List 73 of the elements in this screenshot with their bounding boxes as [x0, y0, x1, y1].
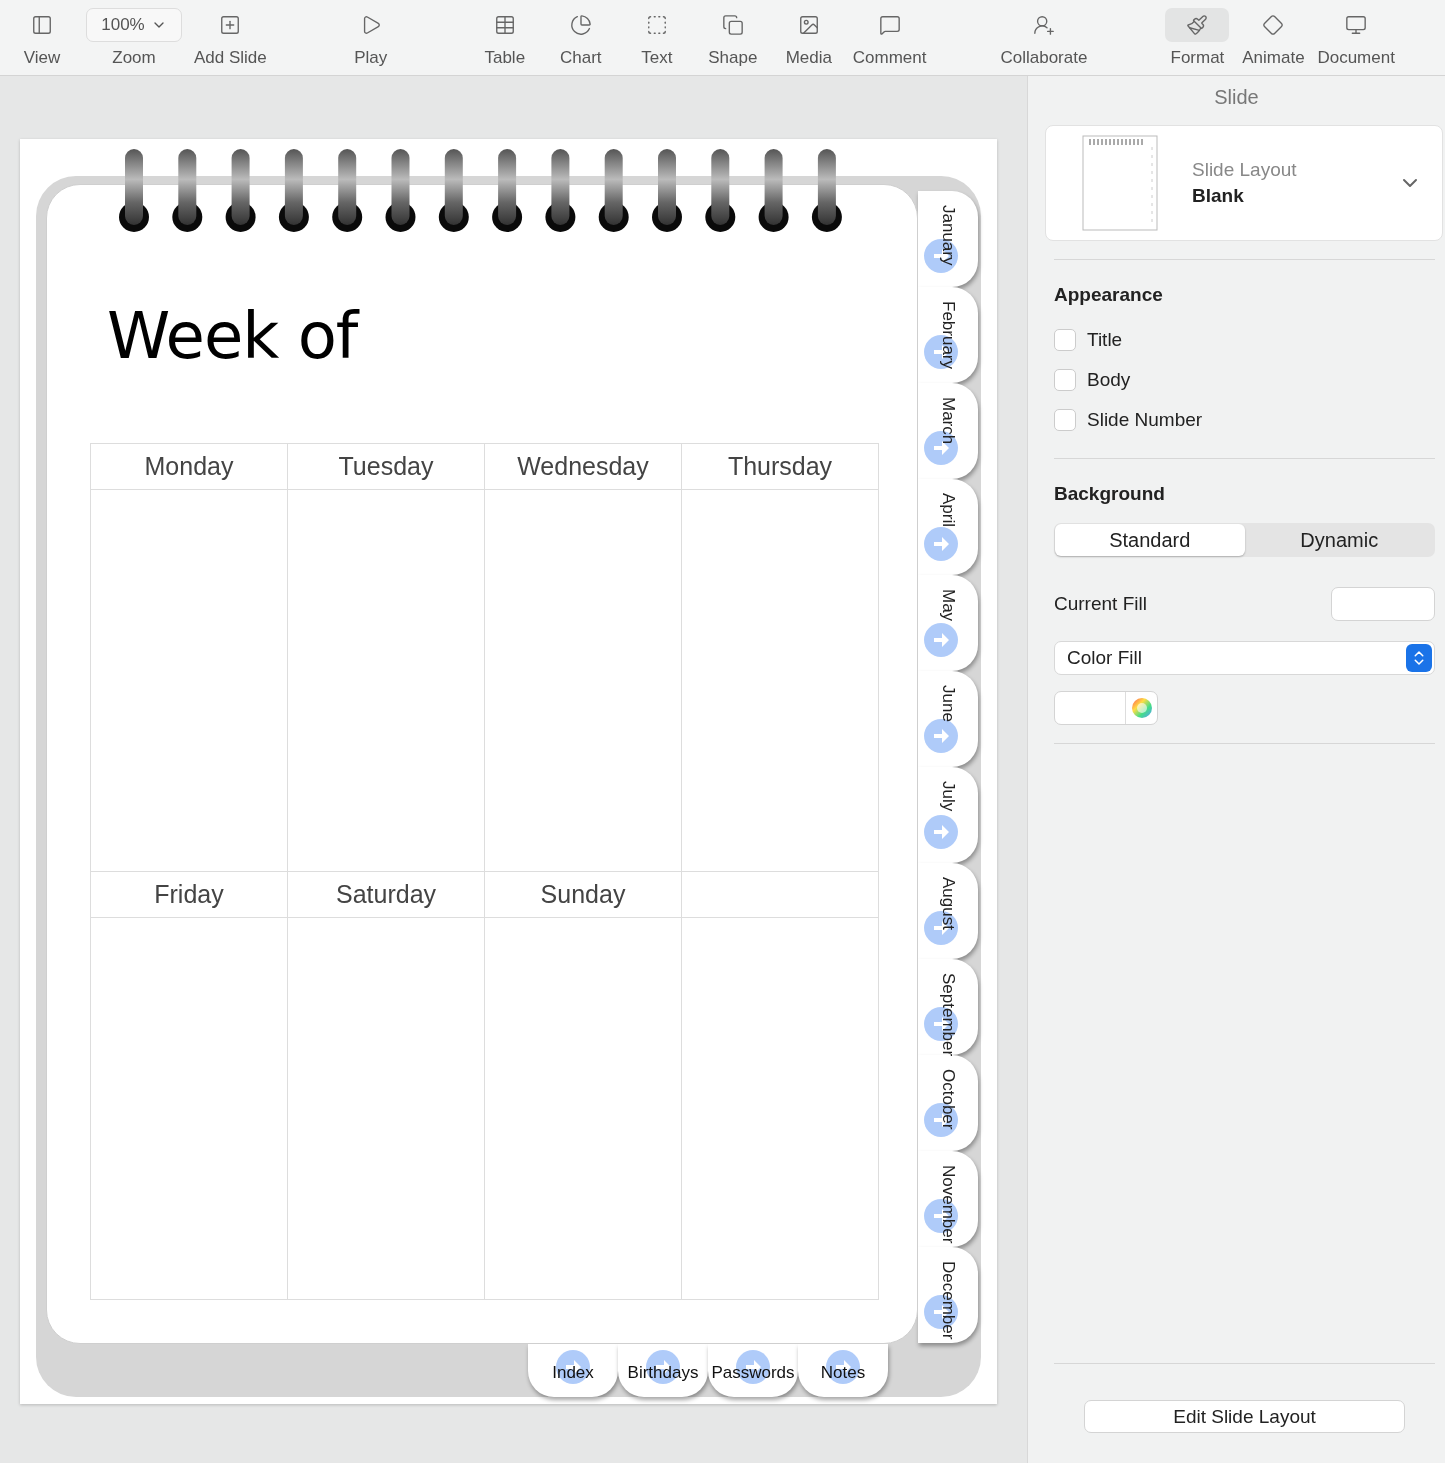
table-icon: [493, 14, 516, 36]
day-header: Tuesday: [288, 444, 485, 490]
speech-bubble-icon: [878, 14, 901, 36]
month-tab[interactable]: July: [918, 767, 978, 863]
segment-button[interactable]: Dynamic: [1244, 524, 1434, 556]
month-tab[interactable]: June: [918, 671, 978, 767]
toolbar-button[interactable]: Animate: [1235, 0, 1312, 75]
segment-button[interactable]: Standard: [1055, 524, 1245, 556]
toolbar-button[interactable]: Add Slide: [188, 0, 273, 75]
month-tab[interactable]: October: [918, 1055, 978, 1151]
pie-chart-icon: [569, 14, 592, 36]
panel-title: Slide: [1213, 85, 1260, 110]
month-tab[interactable]: November: [918, 1151, 978, 1247]
day-header: Sunday: [485, 872, 682, 918]
slide-title: Week of: [107, 299, 361, 373]
checkbox-label: Body: [1087, 369, 1131, 391]
toolbar-button[interactable]: Media: [770, 0, 847, 75]
day-header: Friday: [91, 872, 288, 918]
zoom-value: 100%: [101, 15, 145, 35]
section-tab[interactable]: Notes: [798, 1344, 888, 1397]
fill-type-select[interactable]: Color Fill: [1054, 641, 1435, 675]
month-tab[interactable]: September: [918, 959, 978, 1055]
section-tab[interactable]: Birthdays: [618, 1344, 708, 1397]
section-tab[interactable]: Passwords: [708, 1344, 798, 1397]
toolbar-button[interactable]: Play: [332, 0, 409, 75]
toolbar-button[interactable]: Comment: [846, 0, 933, 75]
color-wheel-icon: [1130, 697, 1153, 719]
layout-label: Slide Layout: [1192, 159, 1298, 181]
monitor-icon: [1345, 14, 1368, 36]
section-heading: Appearance: [1054, 284, 1164, 306]
image-icon: [797, 14, 820, 36]
month-tab[interactable]: December: [918, 1247, 978, 1343]
checkbox[interactable]: [1054, 369, 1076, 391]
day-header: Monday: [91, 444, 288, 490]
checkbox-label: Title: [1087, 329, 1123, 351]
sidebar-icon: [31, 14, 53, 36]
zoom-control[interactable]: 100% Zoom: [80, 0, 188, 75]
edit-slide-layout-button[interactable]: Edit Slide Layout: [1084, 1400, 1405, 1433]
checkbox[interactable]: [1054, 329, 1076, 351]
month-tab[interactable]: August: [918, 863, 978, 959]
toolbar-button[interactable]: Document: [1311, 0, 1401, 75]
fill-swatch[interactable]: [1331, 587, 1435, 621]
plus-icon: [219, 14, 242, 36]
month-tab[interactable]: February: [918, 287, 978, 383]
month-tab[interactable]: April: [918, 479, 978, 575]
toolbar-button[interactable]: Collaborate: [994, 0, 1094, 75]
day-header: Wednesday: [485, 444, 682, 490]
checkbox-label: Slide Number: [1087, 409, 1203, 431]
select-value: Color Fill: [1067, 647, 1142, 669]
paintbrush-icon: [1186, 14, 1209, 36]
day-header: Saturday: [288, 872, 485, 918]
toolbar-button[interactable]: Chart: [542, 0, 619, 75]
checkbox[interactable]: [1054, 409, 1076, 431]
layout-value: Blank: [1192, 185, 1245, 207]
stepper-icon: [1406, 644, 1432, 672]
toolbar-button[interactable]: View: [4, 0, 80, 75]
person-plus-icon: [1032, 14, 1055, 36]
diamond-icon: [1262, 14, 1285, 36]
section-heading: Background: [1054, 483, 1166, 505]
color-well[interactable]: [1054, 691, 1158, 725]
section-tab[interactable]: Index: [528, 1344, 618, 1397]
toolbar-button[interactable]: Table: [466, 0, 543, 75]
current-fill-label: Current Fill: [1054, 593, 1147, 615]
toolbar-button[interactable]: Text: [618, 0, 695, 75]
slide-layout-selector[interactable]: Slide Layout Blank: [1045, 125, 1443, 241]
toolbar-button[interactable]: Format: [1159, 0, 1236, 75]
month-tab[interactable]: March: [918, 383, 978, 479]
month-tab[interactable]: May: [918, 575, 978, 671]
month-tab[interactable]: January: [918, 191, 978, 287]
text-box-icon: [645, 14, 668, 36]
toolbar-button[interactable]: Shape: [694, 0, 771, 75]
day-header: Thursday: [682, 444, 879, 490]
shapes-icon: [721, 14, 744, 36]
